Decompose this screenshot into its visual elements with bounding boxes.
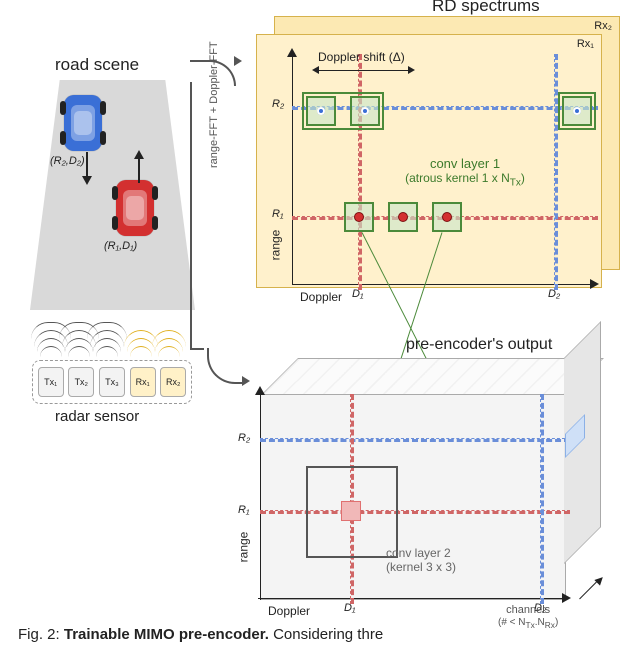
channels-label: channels (# < NTx.NRx) xyxy=(498,604,558,630)
peo-r2-gridline xyxy=(260,438,570,442)
rx1-label: Rx₁ xyxy=(577,38,594,50)
conv2-label-l1: conv layer 2 xyxy=(386,546,516,560)
antenna-rx1: Rx₁ xyxy=(130,367,156,397)
conv2-label-l2: (kernel 3 x 3) xyxy=(386,560,516,574)
conv1-red-cell xyxy=(432,202,462,232)
conv1-kernel-blue-wrap xyxy=(558,92,596,130)
figure-caption: Fig. 2: Trainable MIMO pre-encoder. Cons… xyxy=(18,626,383,643)
peo-range-axis xyxy=(260,394,261,600)
preencoder-title: pre-encoder's output xyxy=(406,336,552,354)
conv1-kernel-blue-row xyxy=(302,92,384,130)
rd-r1-tick: R₁ xyxy=(272,208,283,220)
rd-range-axis-arrow xyxy=(287,48,297,57)
radar-sensor-box: Tx₁ Tx₂ Tx₃ Rx₁ Rx₂ xyxy=(32,360,192,404)
rd-d1-tick: D₁ xyxy=(352,288,363,300)
conv1-label-line1: conv layer 1 xyxy=(370,156,560,171)
conv1-label-line2: (atrous kernel 1 x NTx) xyxy=(370,171,560,188)
channels-axis-arrow-head xyxy=(594,574,605,585)
peo-r2-tick: R₂ xyxy=(238,432,250,444)
conv1-red-cell xyxy=(344,202,374,232)
rd-doppler-axis xyxy=(292,284,592,285)
radar-sensor-label: radar sensor xyxy=(55,408,139,425)
rd-doppler-axis-arrow xyxy=(590,279,599,289)
doppler-shift-arrow-right xyxy=(408,66,415,74)
fft-label: range-FFT + Doppler-FFT xyxy=(208,8,220,168)
peo-doppler-axis-label: Doppler xyxy=(268,604,310,618)
pipeline-arrow-branch xyxy=(190,348,204,350)
rd-r2-tick: R₂ xyxy=(272,98,284,110)
peo-d2-gridline xyxy=(540,394,544,604)
antenna-tx1: Tx₁ xyxy=(38,367,64,397)
conv1-kernel-red-row xyxy=(344,202,462,232)
figure-caption-prefix: Fig. 2: xyxy=(18,626,60,643)
peo-d1-tick: D₁ xyxy=(344,602,355,614)
car-red xyxy=(116,180,154,236)
peo-doppler-axis-arrow xyxy=(562,593,571,603)
rx2-label: Rx₂ xyxy=(594,20,612,32)
car-red-label: (R₁,D₁) xyxy=(104,240,137,252)
peo-r1-tick: R₁ xyxy=(238,504,249,516)
figure-caption-bold: Trainable MIMO pre-encoder. xyxy=(64,626,269,643)
conv2-label: conv layer 2 (kernel 3 x 3) xyxy=(386,546,516,574)
car-blue-label: (R₂,D₂) xyxy=(50,155,85,167)
rd-d1-gridline xyxy=(358,54,362,290)
doppler-shift-label: Doppler shift (Δ) xyxy=(318,50,405,64)
figure-root: road scene (R₂,D₂) (R₁,D₁) Tx₁ Tx₂ Tx₃ R… xyxy=(0,0,640,649)
pipeline-arrow-stem xyxy=(190,82,192,348)
channels-l1: channels xyxy=(506,604,550,616)
antenna-tx3: Tx₃ xyxy=(99,367,125,397)
conv1-blue-cell xyxy=(562,96,592,126)
conv1-blue-cell xyxy=(350,96,380,126)
car-blue xyxy=(64,95,102,151)
conv1-blue-cell xyxy=(306,96,336,126)
peo-range-axis-arrow xyxy=(255,386,265,395)
antenna-rx2: Rx₂ xyxy=(160,367,186,397)
rd-range-axis xyxy=(292,56,293,284)
rd-spectrums-title: RD spectrums xyxy=(432,0,540,16)
car-red-direction-arrow xyxy=(134,150,144,183)
conv1-red-cell xyxy=(388,202,418,232)
pipeline-arrow-curve-bottom xyxy=(207,348,245,384)
peo-range-axis-label: range xyxy=(236,532,250,563)
antenna-tx2: Tx₂ xyxy=(68,367,94,397)
road-scene-title: road scene xyxy=(55,55,139,75)
rd-doppler-axis-label: Doppler xyxy=(300,290,342,304)
pipeline-arrow-head-top xyxy=(234,56,242,66)
preencoder-cube-top xyxy=(260,358,604,396)
rd-d2-tick: D₂ xyxy=(548,288,560,300)
doppler-shift-arrow-left xyxy=(312,66,319,74)
doppler-shift-arrow xyxy=(318,70,408,71)
channels-axis-arrow xyxy=(579,582,597,600)
rd-range-axis-label: range xyxy=(268,230,282,261)
conv1-label: conv layer 1 (atrous kernel 1 x NTx) xyxy=(370,156,560,188)
conv2-kernel-outline xyxy=(306,466,398,558)
peo-doppler-axis xyxy=(258,598,564,599)
pipeline-arrow-head-bottom xyxy=(242,376,250,386)
figure-caption-tail: Considering thre xyxy=(273,626,383,643)
